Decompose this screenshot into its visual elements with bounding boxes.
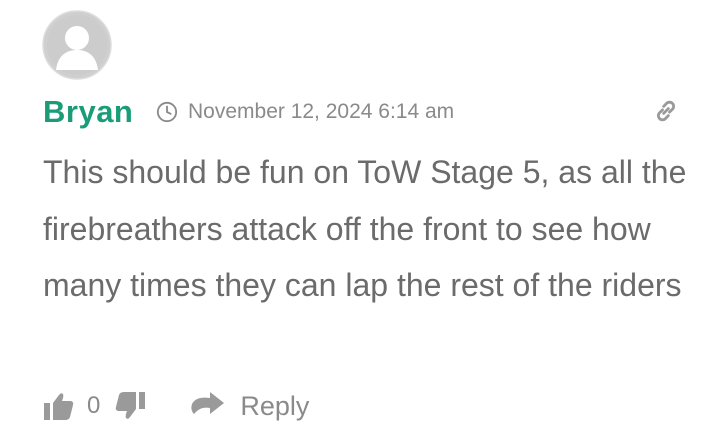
reply-button[interactable]: Reply	[190, 391, 309, 422]
like-count: 0	[87, 392, 101, 419]
dislike-button[interactable]	[114, 391, 146, 421]
clock-icon	[156, 101, 178, 123]
comment-timestamp[interactable]: November 12, 2024 6:14 am	[188, 98, 454, 126]
reply-label: Reply	[240, 390, 310, 421]
default-avatar-icon	[42, 10, 112, 80]
like-button[interactable]	[43, 391, 75, 421]
thumbs-down-icon	[116, 392, 146, 419]
comment-text: This should be fun on ToW Stage 5, as al…	[43, 154, 687, 303]
comment-actions: 0 Reply	[43, 388, 309, 424]
comment-author[interactable]: Bryan	[43, 93, 133, 131]
reply-arrow-icon	[191, 392, 225, 414]
comment-meta: November 12, 2024 6:14 am	[156, 98, 454, 126]
thumbs-up-icon	[44, 393, 74, 420]
link-icon[interactable]	[652, 97, 680, 125]
avatar[interactable]	[42, 10, 112, 80]
